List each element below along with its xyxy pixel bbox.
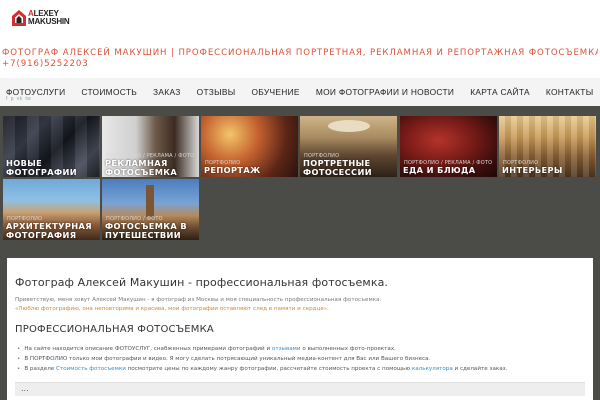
content-section: Фотограф Алексей Макушин - профессиональ… xyxy=(0,256,600,400)
nav-item-reviews[interactable]: ОТЗЫВЫ xyxy=(189,78,244,106)
section-heading: ПРОФЕССИОНАЛЬНАЯ ФОТОСЪЕМКА xyxy=(15,324,214,335)
intro-text: Приветствую, меня зовут Алексей Макушин … xyxy=(15,297,382,312)
nav-item-training[interactable]: ОБУЧЕНИЕ xyxy=(243,78,307,106)
list-item: В разделе Стоимость фотосъемки посмотрит… xyxy=(17,364,507,374)
reviews-link[interactable]: отзывами xyxy=(272,346,301,352)
gallery-tile-portrait[interactable]: ПОРТФОЛИО ПОРТРЕТНЫЕ ФОТОСЕССИИ xyxy=(300,116,397,177)
page-title: Фотограф Алексей Макушин - профессиональ… xyxy=(15,276,389,289)
price-link[interactable]: Стоимость фотосъемки xyxy=(56,366,126,372)
nav-item-order[interactable]: ЗАКАЗ xyxy=(145,78,189,106)
phone-number[interactable]: +7(916)5252203 xyxy=(2,58,598,70)
calculator-link[interactable]: калькулятора xyxy=(412,366,453,372)
tile-title: ПУТЕШЕСТВИИ xyxy=(105,230,181,240)
expand-more-bar[interactable]: ... xyxy=(15,382,585,396)
nav-item-my-photos-news[interactable]: МОИ ФОТОГРАФИИ И НОВОСТИ xyxy=(308,78,462,106)
gallery-tile-advertising[interactable]: ПОРТФОЛИО / РЕКЛАМА / ФОТО РЕКЛАМНАЯ ФОТ… xyxy=(102,116,199,177)
tile-title: ФОТОСЪЕМКА xyxy=(105,167,178,177)
gallery-tile-architecture[interactable]: ПОРТФОЛИО АРХИТЕКТУРНАЯ ФОТОГРАФИЯ xyxy=(3,179,100,240)
tile-title: РЕПОРТАЖ xyxy=(204,165,261,175)
pinterest-icon[interactable]: p xyxy=(11,97,14,102)
feature-list: На сайте находится описание ФОТОУСЛУГ, с… xyxy=(17,344,507,374)
social-links: f p vk tw xyxy=(6,97,31,102)
tile-title: ИНТЕРЬЕРЫ xyxy=(502,165,563,175)
logo-text: ALEXEY MAKUSHIN xyxy=(28,9,70,26)
site-logo[interactable]: ALEXEY MAKUSHIN xyxy=(12,10,70,26)
nav-item-contacts[interactable]: КОНТАКТЫ xyxy=(538,78,600,106)
gallery-tile-interiors[interactable]: ПОРТФОЛИО ИНТЕРЬЕРЫ xyxy=(499,116,596,177)
list-item: На сайте находится описание ФОТОУСЛУГ, с… xyxy=(17,344,507,354)
house-logo-icon xyxy=(12,10,26,26)
tile-title: ЕДА И БЛЮДА xyxy=(403,165,476,175)
vk-icon[interactable]: vk xyxy=(17,97,23,102)
gallery-tile-travel[interactable]: ПОРТФОЛИО / ФОТО ФОТОСЪЕМКА В ПУТЕШЕСТВИ… xyxy=(102,179,199,240)
tile-title: ФОТОСЕССИИ xyxy=(303,167,372,177)
main-nav: ФОТОУСЛУГИ f p vk tw СТОИМОСТЬ ЗАКАЗ ОТЗ… xyxy=(0,78,600,106)
nav-item-photo-services[interactable]: ФОТОУСЛУГИ f p vk tw xyxy=(0,78,73,106)
gallery-tile-reportage[interactable]: ПОРТФОЛИО РЕПОРТАЖ xyxy=(201,116,298,177)
portfolio-gallery: НОВЫЕ ФОТОГРАФИИ ПОРТФОЛИО / РЕКЛАМА / Ф… xyxy=(0,106,600,256)
twitter-icon[interactable]: tw xyxy=(25,97,31,102)
gallery-tile-food[interactable]: ПОРТФОЛИО / РЕКЛАМА / ФОТО ЕДА И БЛЮДА xyxy=(400,116,497,177)
list-item: В ПОРТФОЛИО только мои фотографии и виде… xyxy=(17,354,507,364)
facebook-icon[interactable]: f xyxy=(6,97,8,102)
nav-item-price[interactable]: СТОИМОСТЬ xyxy=(73,78,145,106)
tile-title: ФОТОГРАФИИ xyxy=(6,167,78,177)
tile-title: ФОТОГРАФИЯ xyxy=(6,230,77,240)
content-card: Фотограф Алексей Макушин - профессиональ… xyxy=(7,258,593,400)
gallery-tile-new-photos[interactable]: НОВЫЕ ФОТОГРАФИИ xyxy=(3,116,100,177)
nav-item-sitemap[interactable]: КАРТА САЙТА xyxy=(462,78,538,106)
